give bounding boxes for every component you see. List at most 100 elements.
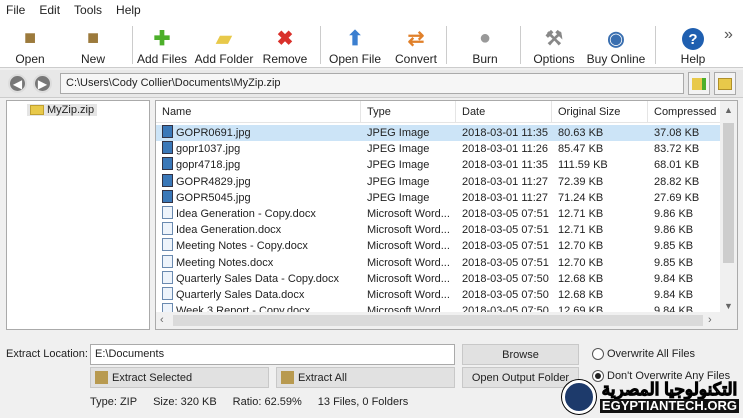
cell-text: Idea Generation.docx [176,224,282,237]
cell-name: gopr1037.jpg [156,141,361,157]
add-folder-button[interactable]: ▰ Add Folder [192,22,256,67]
word-file-icon [162,270,173,284]
table-row[interactable]: Idea Generation.docx Microsoft Word... 201… [156,222,721,238]
watermark-logo-icon [561,380,596,414]
cell-text: Idea Generation - Copy.docx [176,208,316,220]
menu-file[interactable]: File [6,3,25,17]
hscrollbar-thumb[interactable] [173,315,703,326]
word-file-icon [162,238,173,252]
cell-text: 12.68 KB [558,289,604,301]
buy-online-button[interactable]: ◉ Buy Online [584,22,648,67]
table-row[interactable]: GOPR0691.jpg JPEG Image 2018-03-01 11:35 80… [156,125,721,141]
table-row[interactable]: Idea Generation - Copy.docx Microsoft Wor… [156,206,721,222]
cell-orig: 85.47 KB [552,141,648,157]
open-button[interactable]: ■ Open [0,22,62,67]
plus-icon: ✚ [153,27,171,50]
extract-to-folder-button[interactable] [688,72,710,95]
menu-edit[interactable]: Edit [39,3,60,17]
table-row[interactable]: GOPR4829.jpg JPEG Image 2018-03-01 11:27 72… [156,173,721,190]
file-list: Name Type Date Original Size Compressed … [155,100,738,330]
remove-button[interactable]: ✖ Remove [253,22,317,67]
cell-text: JPEG Image [367,191,430,204]
horizontal-scrollbar[interactable]: ‹ › [156,312,737,329]
folder-up-button[interactable] [714,72,736,95]
browse-button[interactable]: Browse [462,344,579,365]
cell-text: GOPR4829.jpg [176,175,251,188]
extract-selected-button[interactable]: Extract Selected [90,367,269,388]
overwrite-all-radio[interactable]: Overwrite All Files [592,348,695,360]
cell-name: Idea Generation.docx [156,222,361,238]
cell-comp: 9.86 KB [648,222,721,238]
cell-type: JPEG Image [361,125,456,141]
cell-text: 80.63 KB [558,127,604,139]
cell-text: 2018-03-01 11:26 [462,143,549,156]
cell-orig: 12.71 KB [552,206,648,222]
new-button[interactable]: ■ New [61,22,125,67]
table-row[interactable]: gopr1037.jpg JPEG Image 2018-03-01 11:26 85… [156,141,721,157]
more-tools-button[interactable]: » [724,26,733,44]
scroll-down-icon[interactable]: ▼ [720,301,737,311]
convert-icon: ⇄ [407,27,425,50]
extract-location-input[interactable]: E:\Documents [90,344,455,365]
cell-text: 12.70 KB [558,240,604,253]
vertical-scrollbar[interactable]: ▲ ▼ [720,101,737,313]
scroll-left-icon[interactable]: ‹ [160,314,164,326]
cell-text: Quarterly Sales Data.docx [176,289,305,301]
status-size: Size: 320 KB [153,396,217,408]
cell-text: Microsoft Word... [367,208,450,220]
cell-date: 2018-03-01 11:27 [456,174,552,190]
table-row[interactable]: GOPR5045.jpg JPEG Image 2018-03-01 11:27 71… [156,189,721,206]
word-file-icon [162,206,173,219]
cell-text: Microsoft Word... [367,256,450,269]
toolbar-label: Open [15,52,45,66]
burn-button[interactable]: ● Burn [453,22,517,67]
table-row[interactable]: Quarterly Sales Data - Copy.docx Microsof… [156,270,721,287]
cell-type: JPEG Image [361,174,456,190]
convert-button[interactable]: ⇄ Convert [384,22,448,67]
path-input[interactable]: C:\Users\Cody Collier\Documents\MyZip.zi… [60,73,684,94]
table-row[interactable]: Quarterly Sales Data.docx Microsoft Word.… [156,287,721,303]
forward-button[interactable]: ▶ [33,74,52,93]
options-button[interactable]: ⚒ Options [522,22,586,67]
help-button[interactable]: ? Help [661,22,725,66]
cell-text: JPEG Image [367,159,430,172]
menu-tools[interactable]: Tools [74,3,102,17]
cell-text: Microsoft Word... [367,224,450,237]
column-header-original-size[interactable]: Original Size [552,101,648,122]
toolbar-label: Remove [262,52,308,66]
scroll-up-icon[interactable]: ▲ [720,105,737,115]
add-folder-icon: ▰ [216,27,232,50]
tree-item-root[interactable]: MyZip.zip [27,104,98,116]
extract-all-button[interactable]: Extract All [276,367,455,388]
scrollbar-thumb[interactable] [723,123,734,263]
open-file-button[interactable]: ⬆ Open File [323,22,387,67]
x-icon: ✖ [276,27,294,50]
cell-type: Microsoft Word... [361,238,456,254]
toolbar-separator [132,26,133,64]
table-row[interactable]: Meeting Notes.docx Microsoft Word... 2018-… [156,254,721,271]
extract-icon [95,371,108,384]
status-count: 13 Files, 0 Folders [317,396,409,408]
table-row[interactable]: gopr4718.jpg JPEG Image 2018-03-01 11:35 11… [156,157,721,173]
cell-text: 2018-03-05 07:51 [462,208,549,220]
help-icon: ? [682,28,704,50]
column-header-date[interactable]: Date [456,101,552,122]
column-header-compressed[interactable]: Compressed [648,101,721,122]
cell-text: 2018-03-05 07:51 [462,224,549,237]
scroll-right-icon[interactable]: › [708,314,712,326]
cell-date: 2018-03-01 11:26 [456,141,552,157]
back-button[interactable]: ◀ [8,74,27,93]
cell-text: GOPR5045.jpg [176,191,251,204]
cell-name: gopr4718.jpg [156,157,361,173]
toolbar-separator [446,26,447,64]
cell-orig: 72.39 KB [552,174,648,190]
menu-help[interactable]: Help [116,3,141,17]
toolbar-label: Add Files [136,52,188,66]
add-files-button[interactable]: ✚ Add Files [130,22,194,67]
status-type: Type: ZIP [90,396,138,408]
column-header-name[interactable]: Name [156,101,361,122]
cell-text: 111.59 KB [558,159,608,172]
cell-name: Quarterly Sales Data - Copy.docx [156,270,361,287]
table-row[interactable]: Meeting Notes - Copy.docx Microsoft Word.… [156,238,721,254]
column-header-type[interactable]: Type [361,101,456,122]
